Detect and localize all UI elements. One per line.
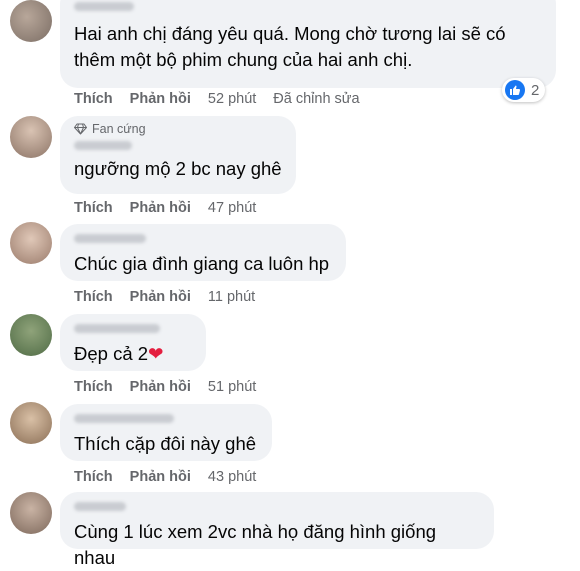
comment-bubble: Cùng 1 lúc xem 2vc nhà họ đăng hình giốn… [60, 492, 494, 568]
comment-text: Cùng 1 lúc xem 2vc nhà họ đăng hình giốn… [74, 521, 437, 568]
like-button[interactable]: Thích [74, 469, 113, 485]
comment-bubble: Thích cặp đôi này ghê [60, 404, 272, 461]
like-reaction-icon [505, 80, 525, 100]
comment-actions: Thích Phản hồi 47 phút [74, 200, 273, 216]
reply-button[interactable]: Phản hồi [130, 469, 191, 485]
reply-button[interactable]: Phản hồi [130, 289, 191, 305]
reply-button[interactable]: Phản hồi [130, 200, 191, 216]
comment-text-value: Đẹp cả 2 [74, 343, 149, 364]
author-name[interactable] [74, 324, 160, 333]
timestamp[interactable]: 43 phút [208, 469, 256, 485]
reaction-count-text: 2 [531, 81, 540, 99]
comment-text: ngưỡng mộ 2 bc nay ghê [74, 158, 282, 179]
timestamp[interactable]: 11 phút [208, 289, 255, 305]
author-name[interactable] [74, 502, 126, 511]
author-name[interactable] [74, 234, 146, 243]
avatar[interactable] [10, 116, 52, 158]
fan-badge[interactable]: Fan cứng [74, 122, 282, 136]
heart-icon: ❤ [148, 343, 164, 364]
comment-actions: Thích Phản hồi 43 phút [74, 469, 273, 485]
avatar[interactable] [10, 314, 52, 356]
reply-button[interactable]: Phản hồi [130, 91, 191, 107]
like-button[interactable]: Thích [74, 200, 113, 216]
comment-actions: Thích Phản hồi 11 phút [74, 289, 272, 305]
comment-bubble: Chúc gia đình giang ca luôn hp [60, 224, 346, 281]
comment-actions: Thích Phản hồi 52 phút Đã chỉnh sửa [74, 91, 377, 107]
comment-text: Chúc gia đình giang ca luôn hp [74, 253, 330, 274]
avatar[interactable] [10, 222, 52, 264]
reply-button[interactable]: Phản hồi [130, 379, 191, 395]
edited-label: Đã chỉnh sửa [273, 91, 360, 107]
timestamp[interactable]: 51 phút [208, 379, 256, 395]
author-name[interactable] [74, 414, 174, 423]
avatar[interactable] [10, 0, 52, 42]
timestamp[interactable]: 52 phút [208, 91, 256, 107]
comment-bubble: Hai anh chị đáng yêu quá. Mong chờ tương… [60, 0, 556, 88]
like-button[interactable]: Thích [74, 379, 113, 395]
avatar[interactable] [10, 402, 52, 444]
author-name[interactable] [74, 2, 134, 11]
author-name[interactable] [74, 141, 132, 150]
badge-label: Fan cứng [92, 122, 146, 136]
comment-actions: Thích Phản hồi 51 phút [74, 379, 273, 395]
comment-bubble: Đẹp cả 2❤ [60, 314, 206, 371]
comment-text: Hai anh chị đáng yêu quá. Mong chờ tương… [74, 23, 506, 70]
reaction-count[interactable]: 2 [502, 78, 546, 102]
like-button[interactable]: Thích [74, 91, 113, 107]
comment-text: Thích cặp đôi này ghê [74, 433, 257, 454]
comment-bubble: Fan cứng ngưỡng mộ 2 bc nay ghê [60, 116, 296, 194]
comment-text: Đẹp cả 2❤ [74, 341, 192, 367]
diamond-icon [74, 123, 87, 135]
timestamp[interactable]: 47 phút [208, 200, 256, 216]
avatar[interactable] [10, 492, 52, 534]
like-button[interactable]: Thích [74, 289, 113, 305]
